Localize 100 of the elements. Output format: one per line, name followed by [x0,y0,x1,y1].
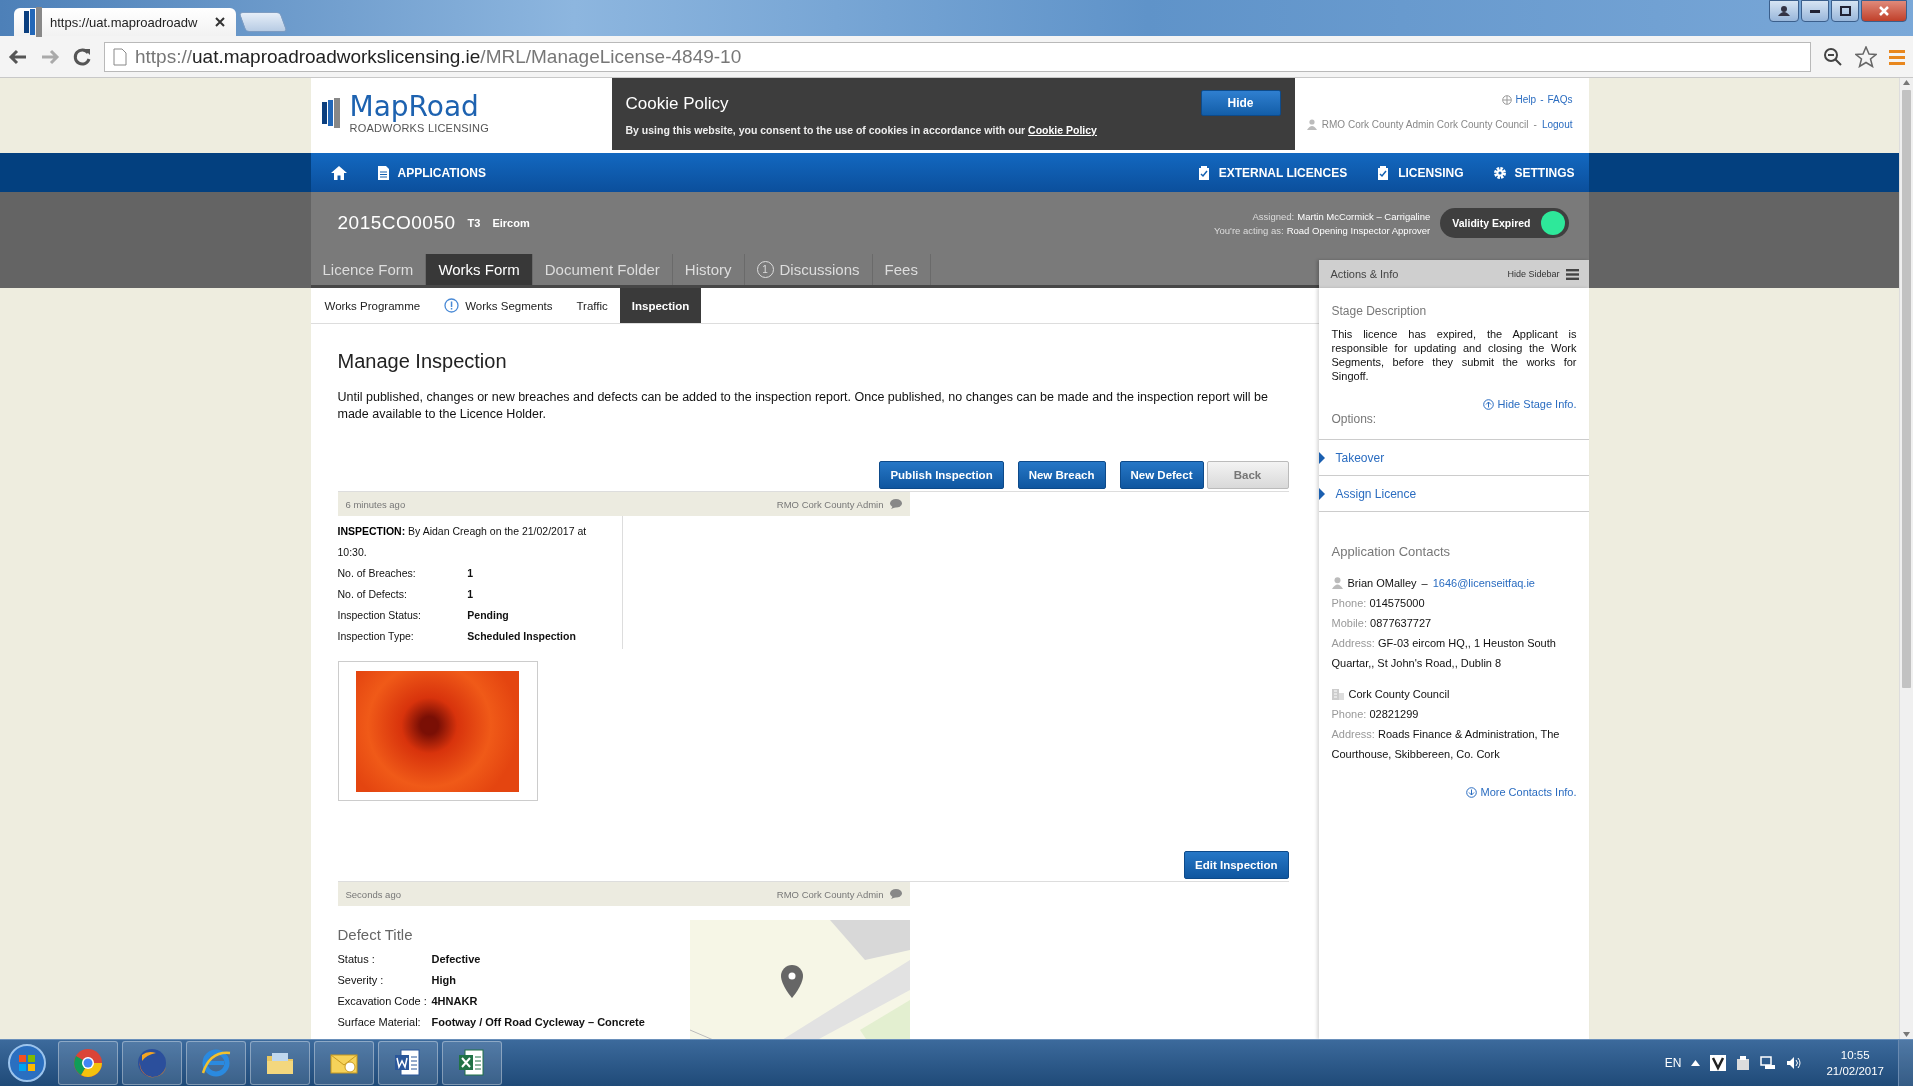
taskbar-button[interactable] [186,1041,246,1085]
contact-detail: Mobile: 0877637727 [1331,616,1433,631]
reload-icon[interactable] [72,46,92,67]
tab[interactable]: Fees [872,254,931,285]
field-value: Scheduled Inspection [467,629,577,644]
start-icon[interactable] [7,1043,47,1083]
browser-icon [72,1047,104,1079]
tab[interactable]: 1 Discussions [744,254,873,285]
cookie-notice-text: By using this website, you consent to the use of cookies in accordance with our Cookie Policy [625,124,1098,136]
tab[interactable]: Works Form [426,254,533,285]
comment-icon[interactable] [889,889,902,899]
action-button[interactable]: Publish Inspection [879,461,1004,489]
taskbar-button[interactable] [122,1041,182,1085]
language-indicator[interactable]: EN [1664,1056,1682,1070]
section-heading: Stage Description [1331,304,1428,318]
defect-title: Defect Title [337,926,414,943]
zoom-out-icon[interactable] [1823,46,1843,67]
comment-icon[interactable] [889,499,902,509]
section-heading: Options: [1331,412,1378,426]
field-label: Assigned: [1252,210,1295,222]
timestamp: Seconds ago [345,888,401,900]
tab[interactable]: Document Folder [532,254,673,285]
action-button[interactable]: Back [1206,461,1289,489]
settings-icon [1493,165,1508,180]
logo-icon [321,97,342,129]
field-label: Excavation Code : [337,994,428,1009]
volume-icon[interactable] [1786,1056,1803,1070]
sub-tab[interactable]: Works Segments [432,288,565,323]
role-name: Road Opening Inspector Approver [1286,224,1431,236]
nav-link[interactable]: EXTERNAL LICENCES [1197,165,1348,180]
browser-icon [136,1047,168,1079]
option-link[interactable]: Takeover [1318,440,1589,476]
scrollbar-thumb[interactable] [1902,90,1911,688]
triangle-icon [1318,487,1325,500]
more-contacts-link[interactable]: More Contacts Info. [1480,786,1577,798]
sub-tab[interactable]: Works Programme [312,288,433,323]
user-name: RMO Cork County Admin Cork County Council [1321,119,1529,130]
new-tab-button[interactable] [238,12,288,32]
licence-type: T3 [467,217,481,229]
triangle-icon [1318,451,1325,464]
cookie-policy-link[interactable]: Cookie Policy [1028,124,1097,136]
home-icon[interactable] [330,165,347,180]
company-name: Eircom [492,217,530,229]
sub-tab[interactable]: Traffic [564,288,620,323]
warning-icon [444,298,460,313]
taskbar-button[interactable] [314,1041,374,1085]
action-button[interactable]: New Breach [1017,461,1106,489]
option-link[interactable]: Assign Licence [1318,476,1589,512]
close-window-button[interactable] [1861,0,1907,22]
maximize-button[interactable] [1831,0,1859,22]
network-icon[interactable] [1760,1056,1777,1070]
hide-stage-link[interactable]: Hide Stage Info. [1497,398,1577,410]
contact-name: Cork County Council [1348,687,1450,702]
field-label: Inspection Status: [337,608,422,623]
minimize-icon [1810,9,1820,13]
star-icon[interactable] [1855,45,1877,68]
clock-date[interactable]: 21/02/2017 [1826,1063,1884,1079]
tray-app-icon[interactable] [1710,1055,1727,1071]
address-field[interactable]: https://uat.maproadroadworkslicensing.ie/MRL/ManageLicense-4849-10 [104,41,1811,72]
tray-app-icon[interactable] [1736,1055,1751,1071]
taskbar-button[interactable] [378,1041,438,1085]
hide-sidebar-link[interactable]: Hide Sidebar [1507,269,1560,279]
user-button[interactable] [1769,0,1799,22]
taskbar-button[interactable] [58,1041,118,1085]
contact-detail: Phone: 02821299 [1331,707,1420,722]
logo-title: MapRoad [349,92,480,122]
logo-subtitle: ROADWORKS LICENSING [349,122,489,134]
field-label: Surface Material: [337,1015,422,1030]
action-button[interactable]: New Defect [1119,461,1204,489]
faqs-link[interactable]: FAQs [1547,94,1573,105]
collapse-icon[interactable] [1482,398,1494,410]
field-value: Defective [431,952,482,967]
clock-time[interactable]: 10:55 [1840,1047,1870,1063]
browser-tab[interactable]: https://uat.maproadroadw [14,8,236,36]
help-link[interactable]: Help [1515,94,1537,105]
edit-button[interactable]: Edit Inspection [1184,851,1289,879]
field-label: You're acting as: [1214,224,1284,236]
nav-link[interactable]: LICENSING [1377,165,1464,180]
nav-link[interactable]: APPLICATIONS [376,165,486,180]
separator-text: - [1540,94,1544,105]
tray-expand-icon[interactable] [1691,1060,1701,1066]
field-value: 4HNAKR [431,994,479,1009]
back-icon[interactable] [8,47,28,66]
minimize-button[interactable] [1801,0,1829,22]
email-link[interactable]: 1646@licenseitfaq.ie [1432,573,1535,593]
inspection-summary: INSPECTION: By Aidan Creagh on the 21/02/2017 at 10:30. [337,524,588,560]
menu-icon[interactable] [1565,268,1579,280]
close-icon[interactable] [214,16,226,28]
separator-text: - [1533,119,1537,130]
hide-button[interactable]: Hide [1200,90,1281,116]
logout-link[interactable]: Logout [1541,119,1573,130]
sub-tab[interactable]: Inspection [619,288,702,323]
taskbar-button[interactable] [250,1041,310,1085]
tab[interactable]: History [672,254,745,285]
licence-reference: 2015CO0050 [337,212,456,234]
contact-detail: Address: Roads Finance & Administration, The Courthouse, Skibbereen, Co. Cork [1331,727,1561,762]
expand-icon[interactable] [1465,786,1477,798]
nav-link[interactable]: SETTINGS [1493,165,1575,180]
taskbar-button[interactable] [442,1041,502,1085]
cookie-title: Cookie Policy [625,94,729,114]
